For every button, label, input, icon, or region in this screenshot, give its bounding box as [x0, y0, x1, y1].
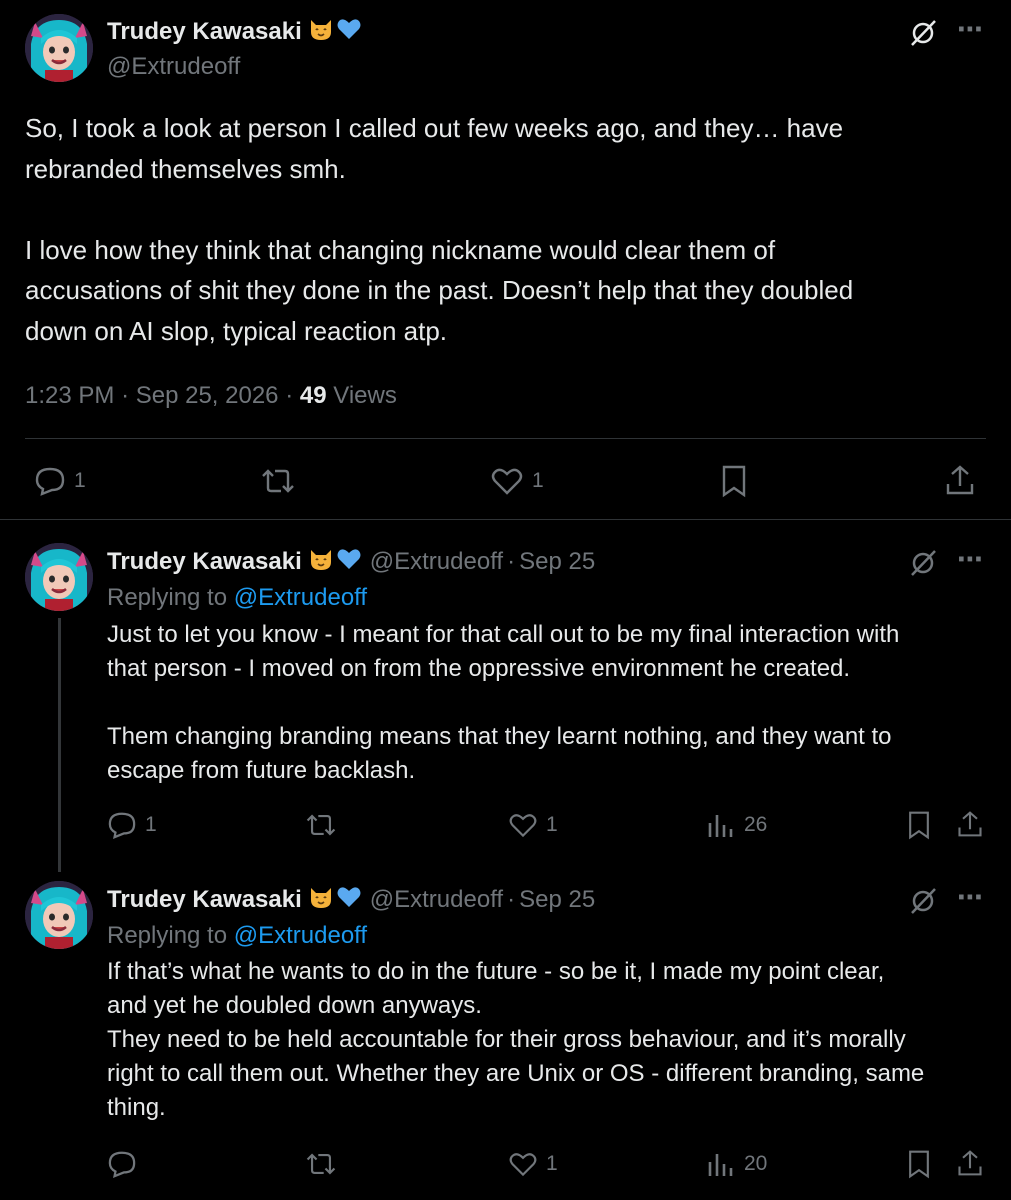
mention-link[interactable]: @Extrudeoff	[234, 584, 367, 611]
reply-button[interactable]: 1	[34, 466, 86, 496]
replying-to: Replying to @Extrudeoff	[107, 922, 368, 949]
like-button[interactable]: 1	[508, 1150, 558, 1178]
more-icon[interactable]: ⋯	[957, 882, 984, 913]
author-name[interactable]: Trudey Kawasaki	[107, 18, 302, 46]
bookmark-button[interactable]	[720, 464, 748, 498]
repost-icon	[306, 1153, 336, 1175]
reply-icon	[108, 812, 136, 839]
avatar[interactable]	[25, 14, 93, 82]
views-button[interactable]: 20	[706, 1150, 767, 1178]
like-count: 1	[532, 469, 544, 492]
heart-icon	[509, 814, 537, 838]
reply-body: If that’s what he wants to do in the fut…	[107, 958, 925, 1121]
bookmark-button[interactable]	[906, 810, 932, 840]
cat-face-icon	[308, 884, 334, 915]
divider	[25, 438, 986, 439]
reply-icon	[108, 1151, 136, 1178]
thread-line	[58, 618, 61, 872]
share-button[interactable]	[956, 1149, 984, 1177]
share-icon	[958, 811, 982, 837]
share-icon	[946, 465, 974, 495]
blue-heart-icon	[336, 16, 362, 47]
like-count: 1	[546, 813, 558, 836]
reply-button[interactable]	[107, 1150, 145, 1178]
repost-icon	[262, 469, 294, 493]
replying-to: Replying to @Extrudeoff	[107, 584, 368, 611]
more-icon[interactable]: ⋯	[957, 14, 984, 45]
author-handle[interactable]: @Extrudeoff	[107, 53, 240, 81]
blue-heart-icon	[336, 884, 362, 915]
grok-icon[interactable]	[908, 18, 938, 48]
mention-link[interactable]: @Extrudeoff	[234, 922, 367, 949]
views-label: Views	[333, 382, 397, 409]
bookmark-icon	[909, 811, 929, 840]
avatar[interactable]	[25, 543, 93, 611]
analytics-icon	[708, 815, 733, 837]
reply-date[interactable]: Sep 25	[519, 886, 595, 914]
views-count: 20	[744, 1152, 768, 1175]
heart-icon	[491, 468, 523, 495]
share-icon	[958, 1150, 982, 1176]
reply-header: Trudey Kawasaki @Extrudeoff · Sep 25	[107, 884, 595, 915]
bookmark-icon	[909, 1150, 929, 1179]
divider	[0, 519, 1011, 520]
views-button[interactable]: 26	[706, 811, 767, 839]
share-button[interactable]	[956, 810, 984, 838]
more-icon[interactable]: ⋯	[957, 544, 984, 575]
share-button[interactable]	[944, 464, 976, 496]
reply-icon	[35, 467, 65, 496]
heart-icon	[509, 1153, 537, 1177]
analytics-icon	[708, 1154, 733, 1176]
like-count: 1	[546, 1152, 558, 1175]
repost-button[interactable]	[304, 1150, 338, 1178]
reply-header: Trudey Kawasaki @Extrudeoff · Sep 25	[107, 546, 595, 577]
bookmark-button[interactable]	[906, 1149, 932, 1179]
blue-heart-icon	[336, 546, 362, 577]
reply-count: 1	[74, 469, 86, 492]
post-meta: 1:23 PM · Sep 25, 2026 · 49 Views	[25, 382, 397, 409]
like-button[interactable]: 1	[490, 466, 544, 496]
post-date[interactable]: Sep 25, 2026	[136, 382, 279, 409]
author-row: Trudey Kawasaki	[107, 16, 362, 47]
views-count: 49	[299, 382, 327, 409]
author-name[interactable]: Trudey Kawasaki	[107, 886, 302, 914]
cat-face-icon	[308, 16, 334, 47]
author-handle[interactable]: @Extrudeoff	[370, 886, 503, 914]
bookmark-icon	[722, 465, 746, 498]
post-time[interactable]: 1:23 PM	[25, 382, 114, 409]
grok-icon[interactable]	[908, 886, 938, 916]
reply-button[interactable]: 1	[107, 811, 157, 839]
repost-button[interactable]	[304, 811, 338, 839]
avatar[interactable]	[25, 881, 93, 949]
like-button[interactable]: 1	[508, 811, 558, 839]
reply-date[interactable]: Sep 25	[519, 548, 595, 576]
post-body: So, I took a look at person I called out…	[25, 113, 854, 346]
repost-icon	[306, 814, 336, 836]
grok-icon[interactable]	[908, 548, 938, 578]
author-name[interactable]: Trudey Kawasaki	[107, 548, 302, 576]
reply-count: 1	[145, 813, 157, 836]
author-handle[interactable]: @Extrudeoff	[370, 548, 503, 576]
repost-button[interactable]	[259, 466, 297, 496]
views-count: 26	[744, 813, 768, 836]
reply-body: Just to let you know - I meant for that …	[107, 621, 900, 784]
cat-face-icon	[308, 546, 334, 577]
